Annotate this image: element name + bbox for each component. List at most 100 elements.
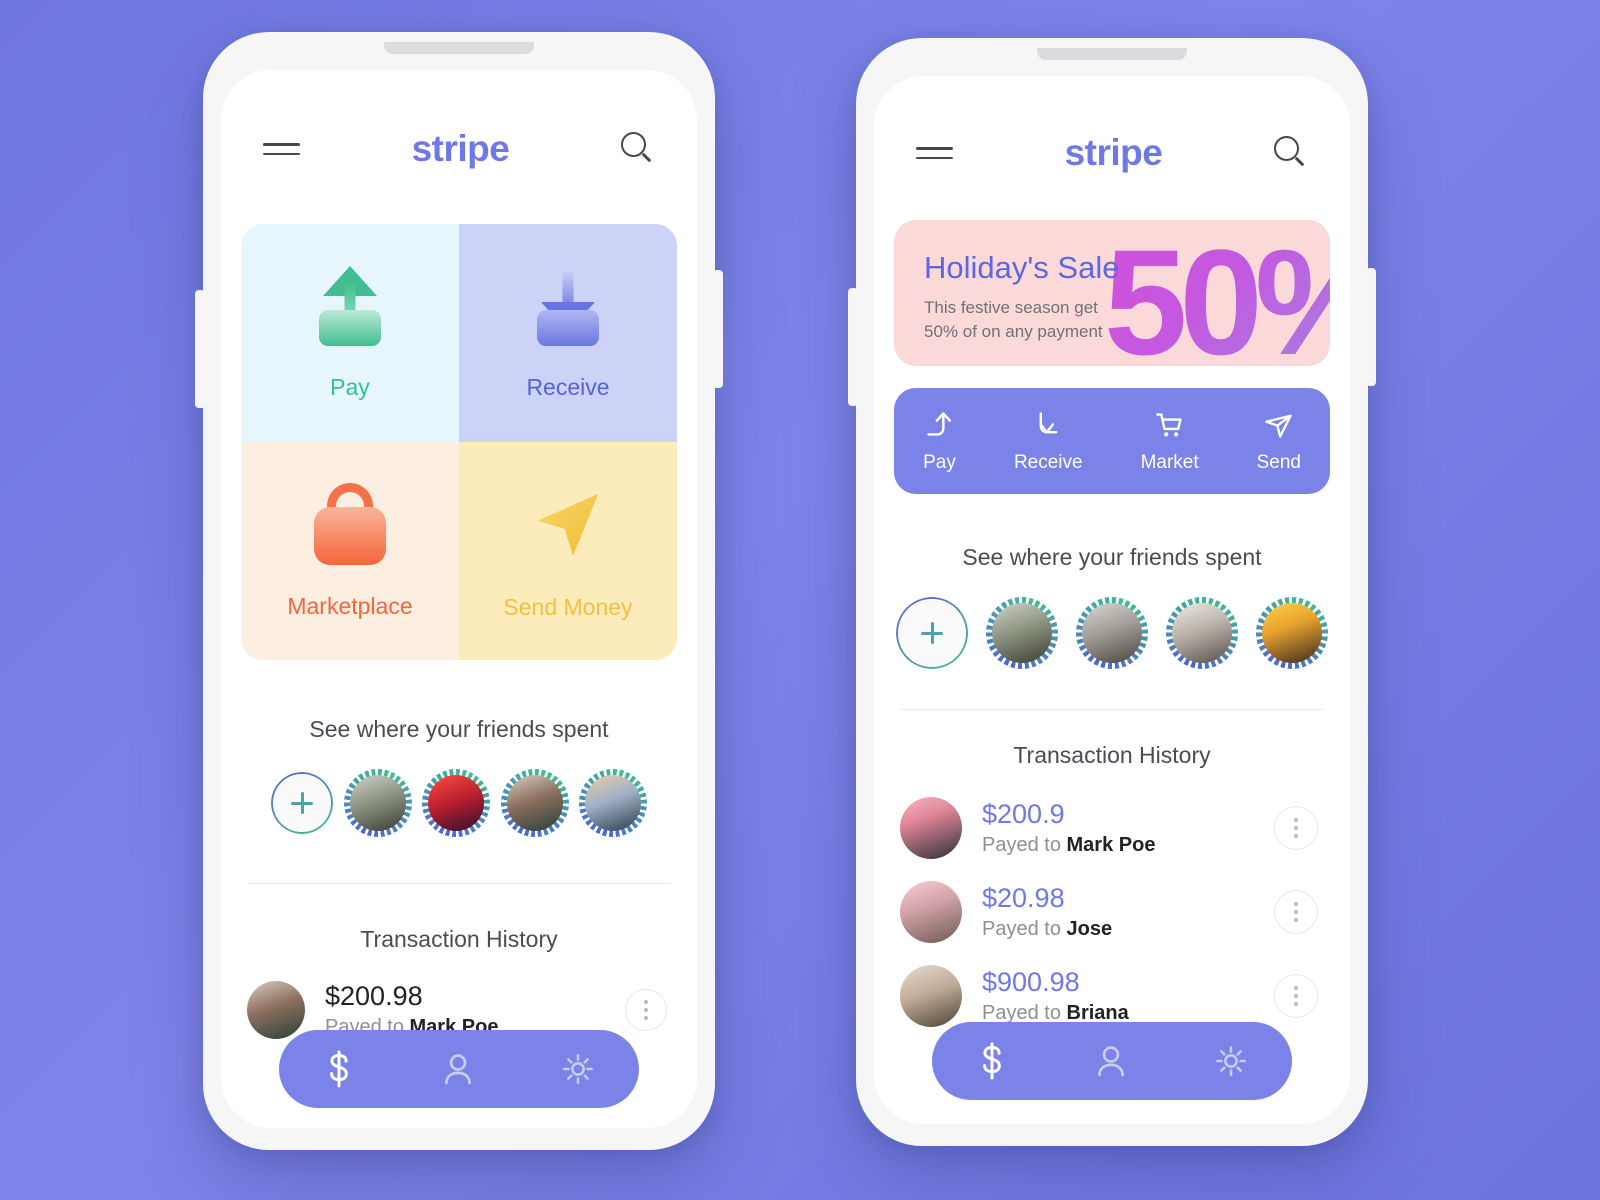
transaction-row[interactable]: $900.98 Payed to Briana: [900, 965, 1318, 1027]
quick-tile-receive[interactable]: Receive: [459, 224, 677, 442]
nav-item-payments[interactable]: [322, 1049, 356, 1089]
transaction-amount: $200.9: [982, 799, 1065, 829]
action-send[interactable]: Send: [1257, 408, 1301, 474]
quick-tile-marketplace[interactable]: Marketplace: [241, 442, 459, 660]
add-friend-button[interactable]: .plus:before{left:0;top:9.5px;width:22px…: [271, 772, 333, 834]
nav-item-payments[interactable]: [975, 1041, 1009, 1081]
nav-item-profile[interactable]: [441, 1051, 475, 1087]
action-label: Market: [1140, 452, 1199, 473]
app-header: stripe: [221, 70, 697, 170]
avatar-photo: [992, 603, 1052, 663]
quick-tile-pay[interactable]: Pay: [241, 224, 459, 442]
friend-avatar[interactable]: [1076, 597, 1148, 669]
avatar-photo: [1172, 603, 1232, 663]
quick-tile-label: Pay: [330, 373, 370, 400]
promo-banner[interactable]: 50% Holiday's Sale This festive season g…: [894, 220, 1330, 366]
phone-screen-right: stripe 50% Holiday's Sale This festive s…: [874, 76, 1350, 1124]
arrow-turn-up-icon: [927, 412, 952, 436]
gear-icon: [1216, 1046, 1247, 1076]
section-divider: [900, 709, 1324, 710]
phone-side-button-left[interactable]: [848, 288, 858, 406]
transaction-details: $200.9 Payed to Mark Poe: [982, 799, 1254, 857]
person-icon: [445, 1054, 471, 1085]
promo-heading: Holiday's Sale: [924, 250, 1120, 285]
search-icon[interactable]: [1273, 136, 1308, 170]
kebab-menu-icon[interactable]: [1274, 806, 1318, 850]
dollar-icon: [982, 1042, 1001, 1080]
action-pay[interactable]: Pay: [923, 408, 956, 474]
avatar-photo: [428, 775, 484, 831]
phone-speaker-notch: [384, 42, 534, 54]
transaction-payee-prefix: Payed to: [982, 1002, 1067, 1024]
nav-item-settings[interactable]: [560, 1051, 596, 1087]
transaction-row[interactable]: $20.98 Payed to Jose: [900, 881, 1318, 943]
phone-side-button-right[interactable]: [713, 270, 723, 388]
transaction-payee-prefix: Payed to: [982, 834, 1067, 856]
transaction-payee-name: Jose: [1066, 918, 1113, 940]
quick-tile-label: Send Money: [503, 593, 633, 620]
friend-avatar[interactable]: [1166, 597, 1238, 669]
send-plane-icon: [1265, 414, 1293, 438]
arrow-turn-down-icon: [1039, 412, 1058, 434]
shopping-bag-icon: [312, 482, 388, 565]
hamburger-icon[interactable]: [263, 142, 300, 156]
avatar-photo: [1262, 603, 1322, 663]
add-friend-button[interactable]: [896, 597, 968, 669]
transaction-payee-prefix: Payed to: [982, 918, 1067, 940]
app-brand-logo: stripe: [411, 128, 510, 169]
avatar-photo: [585, 775, 641, 831]
transaction-payee: Payed to Mark Poe: [982, 834, 1254, 857]
app-brand-logo: stripe: [1064, 132, 1163, 173]
gear-icon: [563, 1054, 594, 1084]
friend-avatar[interactable]: [422, 769, 490, 837]
transaction-details: $20.98 Payed to Jose: [982, 883, 1254, 941]
friends-section-title: See where your friends spent: [962, 544, 1262, 570]
person-icon: [1098, 1046, 1124, 1077]
bottom-navigation-bar: [932, 1022, 1292, 1100]
friend-avatar[interactable]: [1256, 597, 1328, 669]
friend-avatar[interactable]: [343, 769, 412, 837]
dollar-icon: [329, 1050, 348, 1088]
phone-side-button-left[interactable]: [195, 290, 205, 408]
action-label: Send: [1256, 452, 1301, 473]
plus-icon: .plus:before{left:0;top:9.5px;width:22px…: [291, 792, 313, 814]
transaction-row[interactable]: $200.9 Payed to Mark Poe: [900, 797, 1318, 859]
phone-screen-left: stripe Pay Receive Marketplace Send Mone…: [221, 70, 697, 1128]
nav-item-settings[interactable]: [1213, 1043, 1249, 1079]
transaction-history-title: Transaction History: [360, 926, 558, 952]
download-arrow-icon: [529, 266, 607, 346]
transaction-avatar: [900, 797, 962, 859]
quick-action-bar: Pay Receive Market Send: [894, 388, 1330, 494]
upload-arrow-icon: [311, 265, 389, 346]
transaction-amount: $200.98: [325, 981, 423, 1011]
action-receive[interactable]: Receive: [1014, 408, 1083, 474]
transaction-payee: Payed to Jose: [982, 918, 1254, 941]
transaction-history-title: Transaction History: [1013, 742, 1211, 768]
quick-tile-label: Receive: [526, 373, 610, 400]
quick-tile-send-money[interactable]: Send Money: [459, 442, 677, 660]
hamburger-icon[interactable]: [916, 146, 953, 160]
nav-item-profile[interactable]: [1094, 1043, 1128, 1079]
phone-speaker-notch: [1037, 48, 1187, 60]
transaction-payee-name: Briana: [1066, 1002, 1129, 1024]
transaction-avatar: [900, 965, 962, 1027]
friends-avatar-row: [896, 597, 1328, 669]
avatar-photo: [349, 775, 406, 831]
friend-avatar[interactable]: [579, 769, 647, 837]
action-market[interactable]: Market: [1141, 408, 1199, 474]
transaction-amount: $20.98: [982, 883, 1065, 913]
friend-avatar[interactable]: [986, 597, 1058, 669]
kebab-menu-icon[interactable]: [625, 989, 667, 1031]
friend-avatar[interactable]: [500, 769, 569, 837]
phone-mockup-right: stripe 50% Holiday's Sale This festive s…: [848, 38, 1376, 1146]
phone-side-button-right[interactable]: [1366, 268, 1376, 386]
search-icon[interactable]: [620, 132, 655, 166]
action-label: Receive: [1013, 452, 1083, 473]
phone-mockup-left: stripe Pay Receive Marketplace Send Mone…: [195, 32, 723, 1150]
friends-avatar-row: .plus:before{left:0;top:9.5px;width:22px…: [271, 769, 647, 837]
kebab-menu-icon[interactable]: [1274, 890, 1318, 934]
app-header: stripe: [874, 76, 1350, 174]
kebab-menu-icon[interactable]: [1274, 974, 1318, 1018]
transaction-avatar: [247, 981, 305, 1039]
quick-tile-label: Marketplace: [287, 592, 413, 619]
